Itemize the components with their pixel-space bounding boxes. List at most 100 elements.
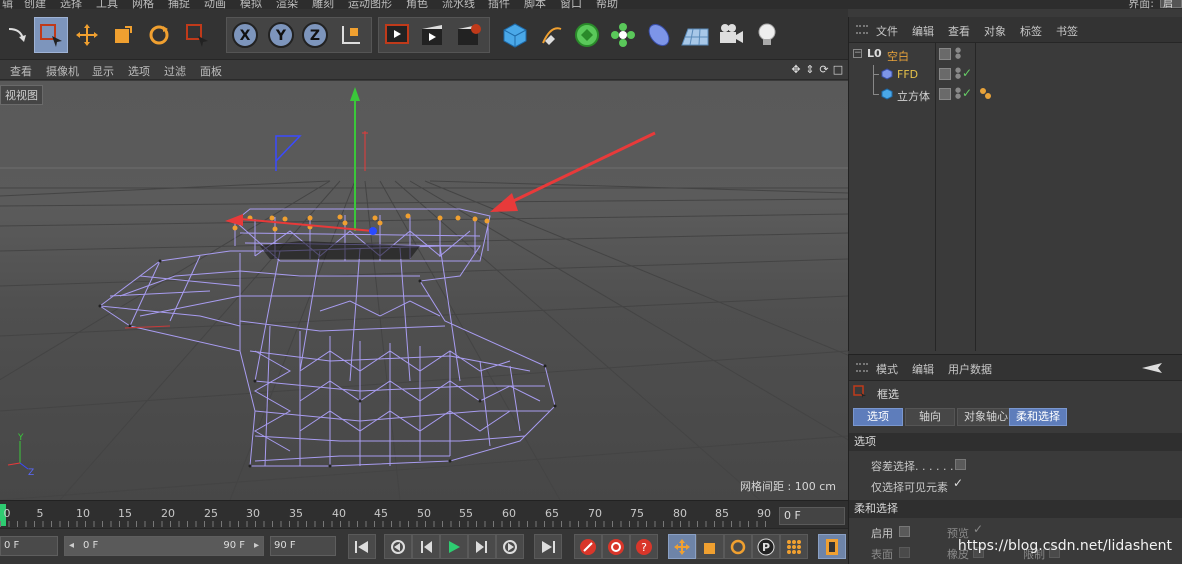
attr-menu-mode[interactable]: 模式	[876, 361, 898, 377]
enabled-check-icon[interactable]: ✓	[962, 86, 972, 100]
viewport-menu-panel[interactable]: 面板	[200, 63, 222, 79]
layer-icon[interactable]	[939, 48, 951, 60]
attr-menu-edit[interactable]: 编辑	[912, 361, 934, 377]
layer-icon[interactable]	[939, 68, 951, 80]
menu-item[interactable]: 雕刻	[312, 0, 334, 9]
menu-item[interactable]: 工具	[96, 0, 118, 9]
menu-item[interactable]: 模拟	[240, 0, 262, 9]
object-axis-center[interactable]	[369, 227, 377, 235]
next-frame-icon[interactable]	[468, 534, 496, 559]
menu-item[interactable]: 网格	[132, 0, 154, 9]
key-scale-icon[interactable]	[696, 534, 724, 559]
key-rotation-icon[interactable]	[724, 534, 752, 559]
object-menu-view[interactable]: 查看	[948, 23, 970, 39]
object-menu-file[interactable]: 文件	[876, 23, 898, 39]
pan-icon[interactable]: ✥	[790, 63, 802, 76]
tab-options[interactable]: 选项	[853, 408, 903, 426]
timeline-window-icon[interactable]	[818, 534, 846, 559]
menu-item[interactable]: 流水线	[442, 0, 475, 9]
enabled-check-icon[interactable]: ✓	[962, 66, 972, 80]
object-name-null[interactable]: 空白	[887, 48, 909, 64]
enable-checkbox[interactable]	[899, 526, 910, 537]
tolerant-select-checkbox[interactable]	[955, 459, 966, 470]
object-menu-edit[interactable]: 编辑	[912, 23, 934, 39]
material-tag-icon[interactable]	[979, 87, 993, 104]
cloner-icon[interactable]	[606, 17, 640, 53]
menu-item[interactable]: 辑	[2, 0, 13, 9]
menu-item[interactable]: 脚本	[524, 0, 546, 9]
go-to-end-icon[interactable]	[534, 534, 562, 559]
menu-item[interactable]: 创建	[24, 0, 46, 9]
surface-checkbox[interactable]	[899, 547, 910, 558]
key-position-icon[interactable]	[668, 534, 696, 559]
maximize-icon[interactable]: □	[832, 63, 844, 76]
object-row-null[interactable]: − L0 空白 ● ●	[849, 45, 1182, 65]
menu-item[interactable]: 插件	[488, 0, 510, 9]
move-icon[interactable]	[70, 17, 104, 53]
dolly-icon[interactable]: ⇕	[804, 63, 816, 76]
viewport-menu-filter[interactable]: 过滤	[164, 63, 186, 79]
menu-item[interactable]: 选择	[60, 0, 82, 9]
timeline-ruler[interactable]: 0 5 10 15 20 25 30 35 40 45 50 55 60 65 …	[0, 500, 848, 528]
visibility-dots-icon[interactable]: ● ●	[955, 47, 961, 61]
viewport-menu-camera[interactable]: 摄像机	[46, 63, 79, 79]
layer-icon[interactable]	[939, 88, 951, 100]
viewport-menu-options[interactable]: 选项	[128, 63, 150, 79]
coordinate-system-icon[interactable]	[334, 17, 368, 53]
rotate-icon[interactable]	[142, 17, 176, 53]
z-axis-lock-button[interactable]: Z	[298, 17, 332, 53]
orbit-icon[interactable]: ⟳	[818, 63, 830, 76]
visibility-dots-icon[interactable]: ● ●	[955, 87, 961, 101]
tab-soft-selection[interactable]: 柔和选择	[1009, 408, 1067, 426]
record-keys-icon[interactable]	[574, 534, 602, 559]
subdivision-surface-icon[interactable]	[570, 17, 604, 53]
object-menu-tags[interactable]: 标签	[1020, 23, 1042, 39]
keyframe-selection-icon[interactable]: ?	[630, 534, 658, 559]
menu-item[interactable]: 动画	[204, 0, 226, 9]
tab-axis[interactable]: 轴向	[905, 408, 955, 426]
x-axis-arrow-icon[interactable]	[225, 214, 243, 226]
key-parameter-icon[interactable]: P	[752, 534, 780, 559]
play-icon[interactable]	[440, 534, 468, 559]
object-name-ffd[interactable]: FFD	[897, 68, 918, 81]
visible-only-checkbox[interactable]: ✓	[953, 476, 963, 490]
previous-frame-icon[interactable]	[412, 534, 440, 559]
previous-key-icon[interactable]	[384, 534, 412, 559]
floor-icon[interactable]	[678, 17, 712, 53]
x-axis-lock-button[interactable]: X	[228, 17, 262, 53]
render-view-icon[interactable]	[380, 17, 414, 53]
cube-object-icon[interactable]	[498, 17, 532, 53]
viewport-menu-view[interactable]: 查看	[10, 63, 32, 79]
tab-object-axis[interactable]: 对象轴心	[957, 408, 1015, 426]
camera-icon[interactable]	[714, 17, 748, 53]
menu-item[interactable]: 帮助	[596, 0, 618, 9]
object-row-cube[interactable]: 立方体 ● ● ✓	[849, 75, 1182, 105]
pen-spline-icon[interactable]	[534, 17, 568, 53]
current-frame-field[interactable]: 0 F	[779, 507, 845, 525]
attr-menu-userdata[interactable]: 用户数据	[948, 361, 992, 377]
live-select-icon[interactable]	[34, 17, 68, 53]
key-pla-icon[interactable]	[780, 534, 808, 559]
recent-tool-icon[interactable]	[180, 17, 214, 53]
auto-keying-icon[interactable]	[602, 534, 630, 559]
y-axis-arrow-icon[interactable]	[350, 87, 360, 101]
viewport-menu-display[interactable]: 显示	[92, 63, 114, 79]
go-to-start-icon[interactable]	[348, 534, 376, 559]
collapse-icon[interactable]: −	[853, 49, 862, 58]
menu-item[interactable]: 角色	[406, 0, 428, 9]
scale-icon[interactable]	[106, 17, 140, 53]
frame-range-slider[interactable]: ◂ 0 F 90 F ▸	[64, 536, 264, 556]
object-menu-bookmarks[interactable]: 书签	[1056, 23, 1078, 39]
light-icon[interactable]	[750, 17, 784, 53]
back-arrow-icon[interactable]	[1140, 361, 1174, 378]
y-axis-lock-button[interactable]: Y	[264, 17, 298, 53]
undo-icon[interactable]	[0, 17, 34, 53]
preview-checkbox[interactable]: ✓	[973, 522, 983, 536]
panel-grip-icon[interactable]	[856, 363, 868, 372]
menu-item[interactable]: 运动图形	[348, 0, 392, 9]
visibility-dots-icon[interactable]: ● ●	[955, 67, 961, 81]
deformer-bend-icon[interactable]	[642, 17, 676, 53]
panel-grip-icon[interactable]	[856, 25, 868, 34]
render-settings-icon[interactable]	[452, 17, 486, 53]
menu-item[interactable]: 渲染	[276, 0, 298, 9]
